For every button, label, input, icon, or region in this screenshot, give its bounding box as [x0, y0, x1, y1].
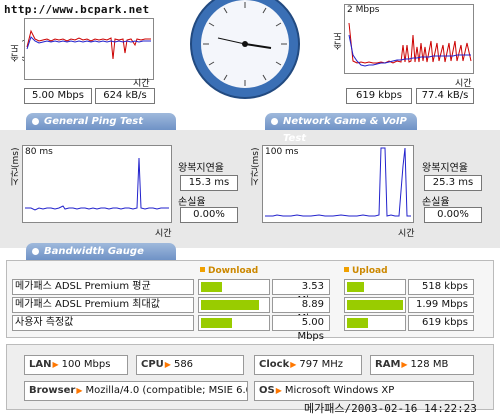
download-bar — [198, 297, 270, 313]
os-info: OS▶ Microsoft Windows XP — [254, 381, 474, 401]
upload-value: 619 kbps — [408, 315, 474, 331]
clock-label: Clock — [259, 359, 290, 370]
ram-info: RAM▶ 128 MB — [370, 355, 474, 375]
ram-value: 128 MB — [410, 359, 449, 370]
browser-label: Browser — [29, 385, 76, 396]
ping-right-ymax-label: 100 ms — [265, 147, 299, 157]
download-bar-fill — [201, 282, 222, 292]
ram-label: RAM — [375, 359, 401, 370]
download-value: 3.53 Mbps — [272, 279, 330, 306]
cpu-value: 586 — [173, 359, 194, 370]
general-ping-chart: 80 ms — [22, 145, 172, 223]
download-kbs-value: 624 kB/s — [95, 88, 155, 104]
download-speed-plot — [26, 29, 151, 60]
tab-bandwidth-gauge[interactable]: Bandwidth Gauge — [26, 243, 176, 260]
os-value: Microsoft Windows XP — [284, 385, 395, 396]
clock-value: 797 MHz — [299, 359, 344, 370]
download-bar — [198, 315, 270, 331]
ping-left-loss-label: 손실율 — [178, 197, 206, 208]
speedometer-dial-icon — [190, 0, 300, 99]
cpu-info: CPU▶ 586 — [136, 355, 244, 375]
ping-left-ylabel: 시간(ms) — [11, 147, 21, 186]
gauge-upload-header: Upload — [344, 266, 388, 276]
ping-left-xlabel: 시간 — [155, 229, 172, 239]
ping-right-xlabel: 시간 — [398, 229, 415, 239]
timestamp-stamp: 메가패스/2003-02-16 14:22:23 — [304, 402, 477, 415]
browser-value: Mozilla/4.0 (compatible; MSIE 6.0 — [85, 385, 248, 396]
ping-left-rtt-value: 15.3 ms — [180, 175, 238, 191]
network-game-ping-chart: 100 ms — [262, 145, 414, 223]
ping-right-rtt-value: 25.3 ms — [424, 175, 482, 191]
lan-label: LAN — [29, 359, 52, 370]
clock-info: Clock▶ 797 MHz — [254, 355, 362, 375]
ping-left-ymax-label: 80 ms — [25, 147, 53, 157]
download-speed-chart — [24, 18, 154, 80]
os-label: OS — [259, 385, 275, 396]
upload-bar-fill — [347, 300, 403, 310]
upload-bar — [344, 279, 406, 295]
download-bar-fill — [201, 318, 232, 328]
upload-ymax-label: 2 Mbps — [347, 5, 380, 15]
upload-kbs-value: 77.4 kB/s — [416, 88, 474, 104]
tab-general-ping-test[interactable]: General Ping Test — [26, 113, 176, 130]
gauge-row-label: 사용자 측정값 — [12, 315, 194, 331]
ping-right-loss-value: 0.00% — [424, 207, 482, 223]
download-mbps-value: 5.00 Mbps — [24, 88, 92, 104]
download-value: 8.89 Mbps — [272, 297, 330, 324]
upload-value: 1.99 Mbps — [408, 297, 474, 313]
upload-bar-fill — [347, 318, 369, 328]
ping-left-loss-value: 0.00% — [180, 207, 238, 223]
gauge-download-header: Download — [200, 266, 258, 276]
upload-bar-fill — [347, 282, 364, 292]
upload-bar — [344, 315, 406, 331]
ping-right-rtt-label: 왕복지연율 — [422, 163, 468, 174]
gauge-row-label: 메가패스 ADSL Premium 최대값 — [12, 297, 194, 313]
browser-info: Browser▶ Mozilla/4.0 (compatible; MSIE 6.… — [24, 381, 248, 401]
upload-value: 518 kbps — [408, 279, 474, 295]
watermark-url: http://www.bcpark.net — [4, 3, 150, 16]
upload-speed-plot — [348, 22, 472, 67]
ping-right-ylabel: 시간(ms) — [251, 147, 261, 186]
cpu-label: CPU — [141, 359, 164, 370]
upload-speed-chart: 2 Mbps — [344, 4, 474, 74]
network-game-ping-plot — [265, 147, 411, 217]
upload-kbps-value: 619 kbps — [346, 88, 412, 104]
ping-right-loss-label: 손실율 — [422, 197, 450, 208]
upload-bar — [344, 297, 406, 313]
lan-value: 100 Mbps — [61, 359, 111, 370]
download-value: 5.00 Mbps — [272, 315, 330, 342]
lan-info: LAN▶ 100 Mbps — [24, 355, 128, 375]
ping-left-rtt-label: 왕복지연율 — [178, 163, 224, 174]
general-ping-plot — [25, 157, 169, 211]
tab-network-game-voip-test[interactable]: Network Game & VoIP Test — [265, 113, 417, 144]
download-bar — [198, 279, 270, 295]
download-bar-fill — [201, 300, 260, 310]
gauge-row-label: 메가패스 ADSL Premium 평균 — [12, 279, 194, 295]
